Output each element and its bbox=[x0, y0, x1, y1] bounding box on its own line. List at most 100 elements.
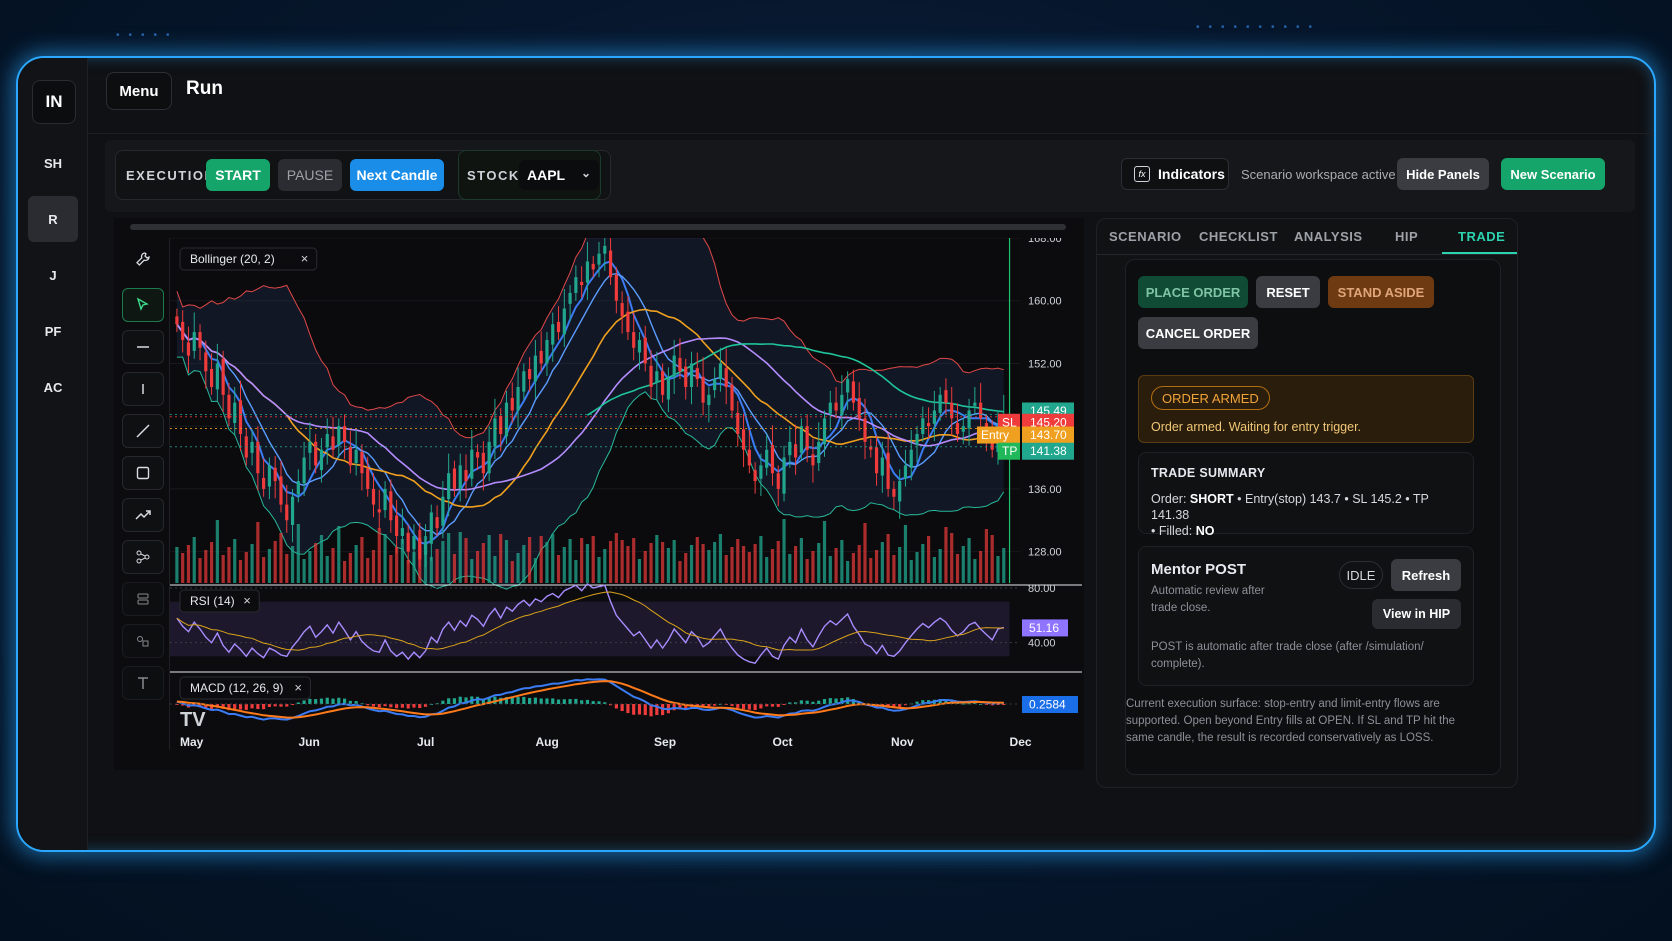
horizontal-line-icon[interactable] bbox=[122, 330, 164, 364]
entry-price-label: Entry bbox=[981, 428, 1009, 442]
macd-histogram-bar bbox=[233, 704, 237, 709]
hide-panels-button[interactable]: Hide Panels bbox=[1397, 158, 1489, 190]
volume-bar bbox=[990, 535, 994, 583]
indicators-button[interactable]: fx Indicators bbox=[1121, 158, 1229, 190]
chart-scrollbar[interactable] bbox=[130, 224, 1066, 230]
macd-histogram-bar bbox=[510, 697, 514, 704]
pause-button[interactable]: PAUSE bbox=[278, 159, 342, 191]
x-axis-label: Oct bbox=[773, 735, 793, 749]
rsi-remove-icon: × bbox=[243, 593, 251, 608]
candle-body bbox=[591, 263, 595, 270]
tab-analysis[interactable]: ANALYSIS bbox=[1294, 229, 1363, 244]
menu-button[interactable]: Menu bbox=[106, 72, 172, 110]
candle-body bbox=[620, 303, 624, 317]
filled-label: • Filled: bbox=[1151, 524, 1193, 538]
rail-item-r[interactable]: R bbox=[28, 196, 78, 242]
candle-body bbox=[296, 481, 300, 495]
arrow-trend-icon[interactable] bbox=[122, 498, 164, 532]
macd-histogram-bar bbox=[580, 700, 584, 704]
next-candle-button[interactable]: Next Candle bbox=[350, 159, 444, 191]
macd-histogram-bar bbox=[319, 698, 324, 704]
link-icon[interactable] bbox=[122, 624, 164, 658]
stock-select[interactable]: AAPL ⌄ bbox=[519, 160, 599, 190]
start-button[interactable]: START bbox=[206, 159, 270, 191]
tab-scenario[interactable]: SCENARIO bbox=[1109, 229, 1182, 244]
volume-bar bbox=[533, 558, 537, 583]
place-order-button[interactable]: PLACE ORDER bbox=[1138, 276, 1248, 308]
cursor-icon[interactable] bbox=[122, 288, 164, 322]
candle-body bbox=[175, 316, 179, 325]
rail-item-ac[interactable]: AC bbox=[28, 364, 78, 410]
rail-item-pf[interactable]: PF bbox=[28, 308, 78, 354]
cancel-order-button[interactable]: CANCEL ORDER bbox=[1138, 317, 1258, 349]
trend-line-icon[interactable] bbox=[122, 414, 164, 448]
volume-bar bbox=[724, 555, 728, 583]
candle-body bbox=[423, 543, 428, 555]
rectangle-icon[interactable] bbox=[122, 456, 164, 490]
nodes-icon[interactable] bbox=[122, 540, 164, 574]
volume-bar bbox=[198, 558, 202, 583]
tab-checklist[interactable]: CHECKLIST bbox=[1199, 229, 1278, 244]
top-bar: Menu Run bbox=[88, 58, 1654, 134]
macd-histogram-bar bbox=[528, 697, 532, 704]
chart-watermark-logo: TV bbox=[180, 709, 206, 731]
macd-histogram-bar bbox=[522, 696, 526, 704]
volume-bar bbox=[481, 543, 485, 583]
candle-body bbox=[400, 528, 404, 536]
candle-body bbox=[233, 402, 237, 424]
x-axis-label: Aug bbox=[536, 735, 559, 749]
stand-aside-button[interactable]: STAND ASIDE bbox=[1328, 276, 1434, 308]
rsi-tick-label: 80.00 bbox=[1028, 583, 1056, 595]
candle-body bbox=[799, 426, 803, 453]
volume-bar bbox=[684, 553, 688, 583]
workspace-status: Scenario workspace active bbox=[1241, 167, 1396, 182]
layers-icon[interactable] bbox=[122, 582, 164, 616]
candle-body bbox=[938, 394, 942, 413]
macd-tag: 0.2584 bbox=[1029, 698, 1066, 712]
candle-body bbox=[863, 418, 867, 442]
volume-bar bbox=[707, 550, 711, 583]
candle-body bbox=[435, 517, 439, 529]
tab-trade[interactable]: TRADE bbox=[1458, 229, 1505, 244]
volume-bar bbox=[730, 547, 734, 583]
candle-body bbox=[499, 415, 503, 435]
volume-bar bbox=[626, 546, 630, 583]
volume-bar bbox=[718, 534, 723, 583]
macd-histogram-bar bbox=[591, 701, 595, 704]
refresh-button[interactable]: Refresh bbox=[1391, 559, 1461, 591]
volume-bar bbox=[464, 538, 468, 583]
candle-body bbox=[302, 457, 306, 484]
reset-button[interactable]: RESET bbox=[1256, 276, 1320, 308]
text-icon[interactable] bbox=[122, 666, 164, 700]
function-icon: fx bbox=[1134, 166, 1150, 182]
page-title: Run bbox=[186, 78, 223, 99]
rail-item-j[interactable]: J bbox=[28, 252, 78, 298]
candle-body bbox=[360, 452, 364, 474]
volume-bar bbox=[435, 549, 439, 583]
price-chart[interactable]: 168.00160.00152.00144.00136.00128.00145.… bbox=[170, 238, 1082, 750]
vertical-line-icon[interactable] bbox=[122, 372, 164, 406]
active-tab-indicator bbox=[1442, 252, 1517, 254]
execution-footer-note: Current execution surface: stop-entry an… bbox=[1126, 698, 1456, 744]
new-scenario-button[interactable]: New Scenario bbox=[1501, 158, 1605, 190]
wrench-icon[interactable] bbox=[122, 242, 164, 276]
volume-bar bbox=[765, 557, 769, 583]
view-in-hip-button[interactable]: View in HIP bbox=[1372, 599, 1461, 629]
macd-histogram-bar bbox=[539, 698, 543, 704]
tp-price-label: TP bbox=[1002, 444, 1017, 458]
macd-histogram-bar bbox=[562, 699, 566, 704]
macd-histogram-bar bbox=[817, 700, 821, 704]
tab-hip[interactable]: HIP bbox=[1395, 229, 1418, 244]
candle-body bbox=[181, 321, 185, 340]
rail-item-sh[interactable]: SH bbox=[28, 140, 78, 186]
volume-bar bbox=[250, 544, 254, 583]
candle-body bbox=[689, 363, 694, 387]
volume-bar bbox=[562, 547, 566, 583]
volume-bar bbox=[863, 523, 867, 583]
stock-value: AAPL bbox=[527, 167, 566, 183]
bollinger-legend: Bollinger (20, 2) bbox=[190, 252, 275, 266]
candle-body bbox=[510, 397, 514, 411]
candle-body bbox=[736, 412, 740, 435]
app-logo[interactable]: IN bbox=[32, 80, 76, 124]
candle-body bbox=[215, 363, 219, 390]
